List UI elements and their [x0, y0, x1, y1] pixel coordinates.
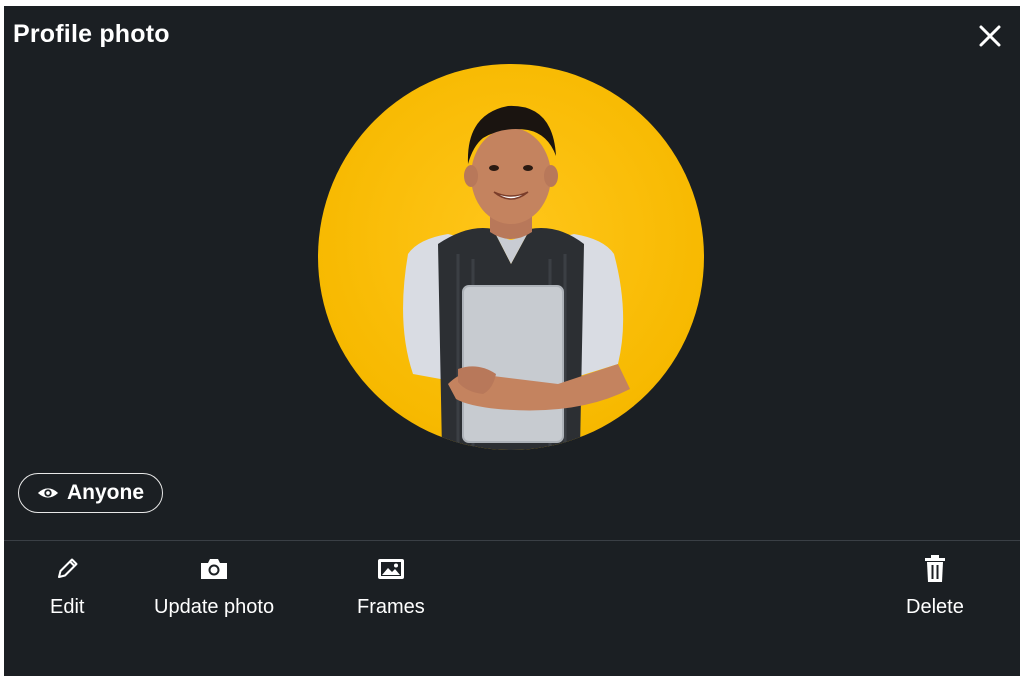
visibility-button[interactable]: Anyone — [18, 473, 164, 513]
close-button[interactable] — [974, 20, 1006, 52]
delete-label: Delete — [906, 596, 964, 618]
update-photo-label: Update photo — [154, 596, 275, 618]
edit-label: Edit — [50, 596, 85, 618]
pencil-icon — [52, 554, 82, 584]
delete-button[interactable]: Delete — [906, 554, 964, 619]
person-illustration — [403, 105, 630, 450]
camera-icon — [199, 554, 229, 584]
edit-button[interactable]: Edit — [50, 554, 84, 619]
trash-icon — [920, 554, 950, 584]
frames-label: Frames — [357, 596, 425, 618]
close-icon — [974, 20, 1006, 52]
visibility-label: Anyone — [67, 481, 145, 504]
eye-icon — [37, 482, 59, 504]
image-icon — [376, 554, 406, 584]
divider — [4, 540, 1020, 541]
profile-photo — [318, 64, 704, 450]
update-photo-button[interactable]: Update photo — [154, 554, 274, 619]
dialog-title: Profile photo — [13, 20, 170, 48]
frames-button[interactable]: Frames — [357, 554, 425, 619]
profile-photo-dialog: Profile photo Anyone Edit Update photo F… — [4, 6, 1020, 676]
